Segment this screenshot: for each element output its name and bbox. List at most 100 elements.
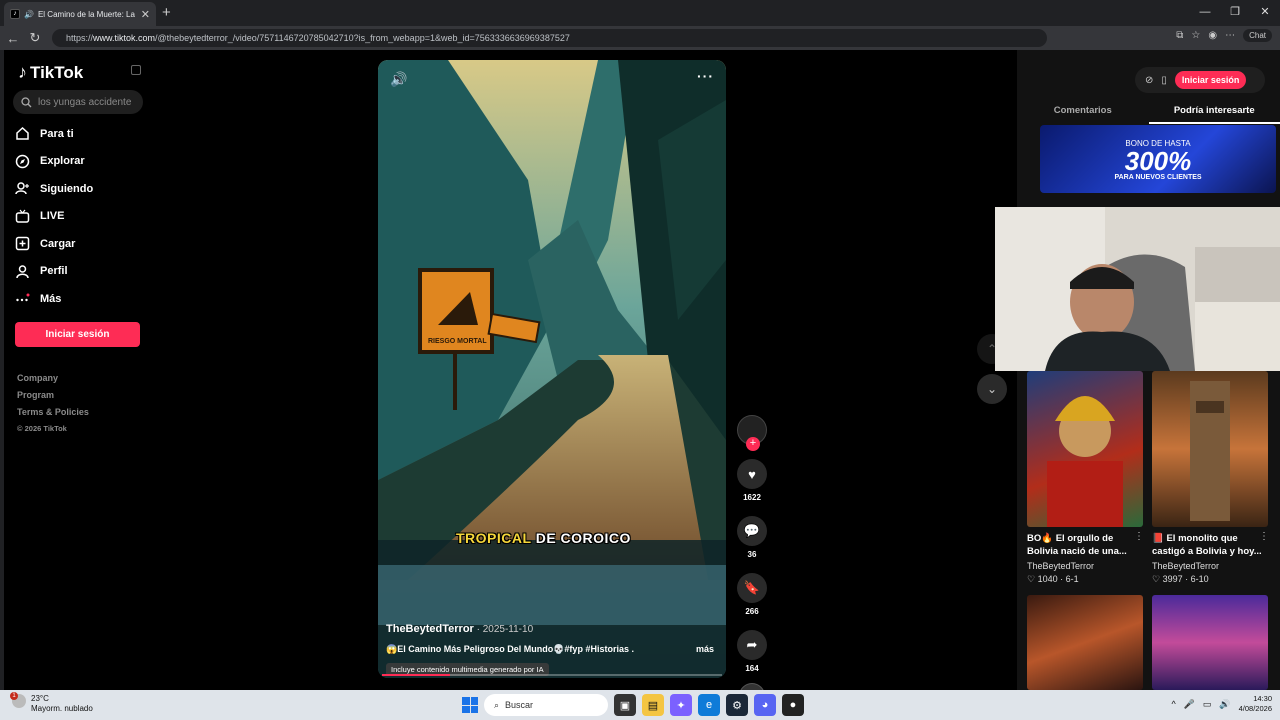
url-domain: www.tiktok.com — [93, 33, 156, 43]
clock[interactable]: 14:30 4/08/2026 — [1239, 694, 1272, 714]
tab-title: El Camino de la Muerte: La R — [37, 9, 137, 19]
sidebar-item-mas[interactable]: Más — [14, 285, 93, 313]
tiktok-logo[interactable]: ♪ TikTok — [18, 62, 83, 83]
url-path: /@thebeytedterror_/video/757114672078504… — [155, 33, 570, 43]
microphone-icon[interactable]: 🎤 — [1184, 699, 1195, 710]
promo-banner[interactable]: BONO DE HASTA 300% PARA NUEVOS CLIENTES — [1040, 125, 1276, 193]
share-icon[interactable]: ➦ — [737, 630, 767, 660]
compass-small-icon[interactable]: ⊘ — [1145, 75, 1153, 86]
video-thumbnail[interactable] — [1152, 371, 1268, 527]
new-tab-button[interactable]: + — [162, 4, 171, 21]
caption-word-1: TROPICAL — [456, 530, 532, 546]
video-progress-bar[interactable] — [382, 674, 722, 676]
footer-terms-link[interactable]: Terms & Policies — [17, 407, 89, 424]
follow-plus-icon[interactable]: + — [746, 437, 760, 451]
windows-start-icon[interactable] — [462, 697, 478, 713]
copilot-icon[interactable]: ✦ — [670, 694, 692, 716]
video-date: 2025-11-10 — [482, 624, 534, 635]
bookmark-icon[interactable]: 🔖 — [737, 573, 767, 603]
menu-icon[interactable]: ⋯ — [1225, 30, 1235, 41]
sidebar-item-label: Explorar — [40, 155, 85, 168]
tab-podria-interesarte[interactable]: Podría interesarte — [1148, 102, 1280, 124]
maximize-button[interactable]: ❐ — [1220, 0, 1250, 26]
address-bar: ← ↻ https://www.tiktok.com/@thebeytedter… — [0, 26, 1280, 50]
obs-icon[interactable]: ● — [782, 694, 804, 716]
phone-icon[interactable]: ▯ — [1161, 75, 1167, 86]
card-title[interactable]: 📕 El monolito que castigó a Bolivia y ho… — [1152, 532, 1268, 558]
tab-comentarios[interactable]: Comentarios — [1017, 102, 1149, 124]
network-icon[interactable]: ▭ — [1203, 699, 1212, 710]
top-login-button[interactable]: Iniciar sesión — [1174, 71, 1247, 89]
clock-date: 4/08/2026 — [1238, 704, 1272, 713]
browser-toolbar: ⧉ ☆ ◉ ⋯ Chat — [1176, 29, 1272, 42]
video-player[interactable]: RIESGO MORTAL 🔊 ··· TROPICAL DE COROICO … — [378, 60, 726, 678]
sign-text: RIESGO MORTAL — [428, 338, 487, 345]
url-field[interactable]: https://www.tiktok.com/@thebeytedterror_… — [52, 29, 1047, 47]
edge-browser-icon[interactable]: e — [698, 694, 720, 716]
video-caption-overlay: TROPICAL DE COROICO — [456, 530, 631, 546]
next-video-button[interactable]: ⌄ — [977, 374, 1007, 404]
task-view-icon[interactable]: ▣ — [614, 694, 636, 716]
footer-company-link[interactable]: Company — [17, 373, 89, 390]
speaker-icon[interactable]: 🔊 — [24, 10, 34, 19]
like-action[interactable]: ♥ 1622 — [734, 459, 770, 502]
upload-icon — [14, 236, 30, 252]
discord-icon[interactable]: ◕ — [754, 694, 776, 716]
comment-count: 36 — [747, 550, 757, 559]
reload-icon[interactable]: ↻ — [24, 30, 46, 46]
sidebar-item-label: Siguiendo — [40, 182, 94, 195]
sidebar-item-explorar[interactable]: Explorar — [14, 148, 93, 176]
footer-program-link[interactable]: Program — [17, 390, 89, 407]
thumbnail-illustration — [1190, 381, 1230, 521]
chat-button[interactable]: Chat — [1243, 29, 1272, 42]
extensions-icon[interactable]: ⧉ — [1176, 30, 1183, 41]
comment-icon[interactable]: 💬 — [737, 516, 767, 546]
sidebar-item-cargar[interactable]: Cargar — [14, 230, 93, 258]
sidebar-item-para-ti[interactable]: Para ti — [14, 120, 93, 148]
volume-icon[interactable]: 🔊 — [390, 71, 407, 88]
search-input[interactable]: los yungas accidente — [13, 90, 143, 114]
minimize-button[interactable]: — — [1190, 0, 1220, 26]
back-icon[interactable]: ← — [2, 31, 24, 46]
sidebar-item-live[interactable]: LIVE — [14, 203, 93, 231]
weather-widget[interactable]: 1 23°C Mayorm. nublado — [10, 692, 93, 714]
heart-icon[interactable]: ♥ — [737, 459, 767, 489]
more-description-link[interactable]: más — [696, 644, 714, 654]
author-avatar[interactable]: + — [737, 415, 767, 451]
tray-chevron-icon[interactable]: ^ — [1171, 699, 1175, 709]
share-action[interactable]: ➦ 164 — [734, 630, 770, 673]
comment-action[interactable]: 💬 36 — [734, 516, 770, 559]
video-thumbnail[interactable] — [1152, 595, 1268, 690]
browser-tab[interactable]: ♪ 🔊 El Camino de la Muerte: La R ✕ — [4, 2, 156, 26]
sidebar-item-perfil[interactable]: Perfil — [14, 258, 93, 286]
video-frame-illustration: RIESGO MORTAL — [378, 60, 726, 678]
close-tab-icon[interactable]: ✕ — [141, 8, 150, 21]
card-title[interactable]: BO🔥 El orgullo de Bolivia nació de una..… — [1027, 532, 1143, 558]
steam-icon[interactable]: ⚙ — [726, 694, 748, 716]
card-stats: ♡ 3997 · 6-10 — [1152, 574, 1209, 584]
video-thumbnail[interactable] — [1027, 595, 1143, 690]
action-bar: + ♥ 1622 💬 36 🔖 266 ➦ 164 — [734, 415, 770, 690]
search-icon: ⌕ — [494, 700, 500, 710]
sidebar-item-siguiendo[interactable]: Siguiendo — [14, 175, 93, 203]
card-user[interactable]: TheBeytedTerror — [1152, 561, 1219, 571]
clock-time: 14:30 — [1253, 694, 1272, 703]
login-button[interactable]: Iniciar sesión — [15, 322, 140, 347]
card-more-icon[interactable]: ⋮ — [1134, 531, 1144, 542]
author-name[interactable]: TheBeytedTerror — [386, 623, 474, 635]
profile-icon[interactable]: ◉ — [1208, 30, 1217, 41]
like-count: 1622 — [743, 493, 761, 502]
card-more-icon[interactable]: ⋮ — [1259, 531, 1269, 542]
card-user[interactable]: TheBeytedTerror — [1027, 561, 1094, 571]
taskbar-search[interactable]: ⌕ Buscar — [484, 694, 608, 716]
volume-tray-icon[interactable]: 🔊 — [1219, 699, 1230, 710]
sound-avatar[interactable] — [739, 683, 765, 690]
collapse-sidebar-icon[interactable] — [131, 65, 141, 75]
video-author[interactable]: TheBeytedTerror · 2025-11-10 — [386, 623, 533, 635]
video-thumbnail[interactable] — [1027, 371, 1143, 527]
file-explorer-icon[interactable]: ▤ — [642, 694, 664, 716]
more-options-icon[interactable]: ··· — [697, 68, 714, 84]
save-action[interactable]: 🔖 266 — [734, 573, 770, 616]
close-window-button[interactable]: ✕ — [1250, 0, 1280, 26]
favorites-icon[interactable]: ☆ — [1191, 30, 1200, 41]
